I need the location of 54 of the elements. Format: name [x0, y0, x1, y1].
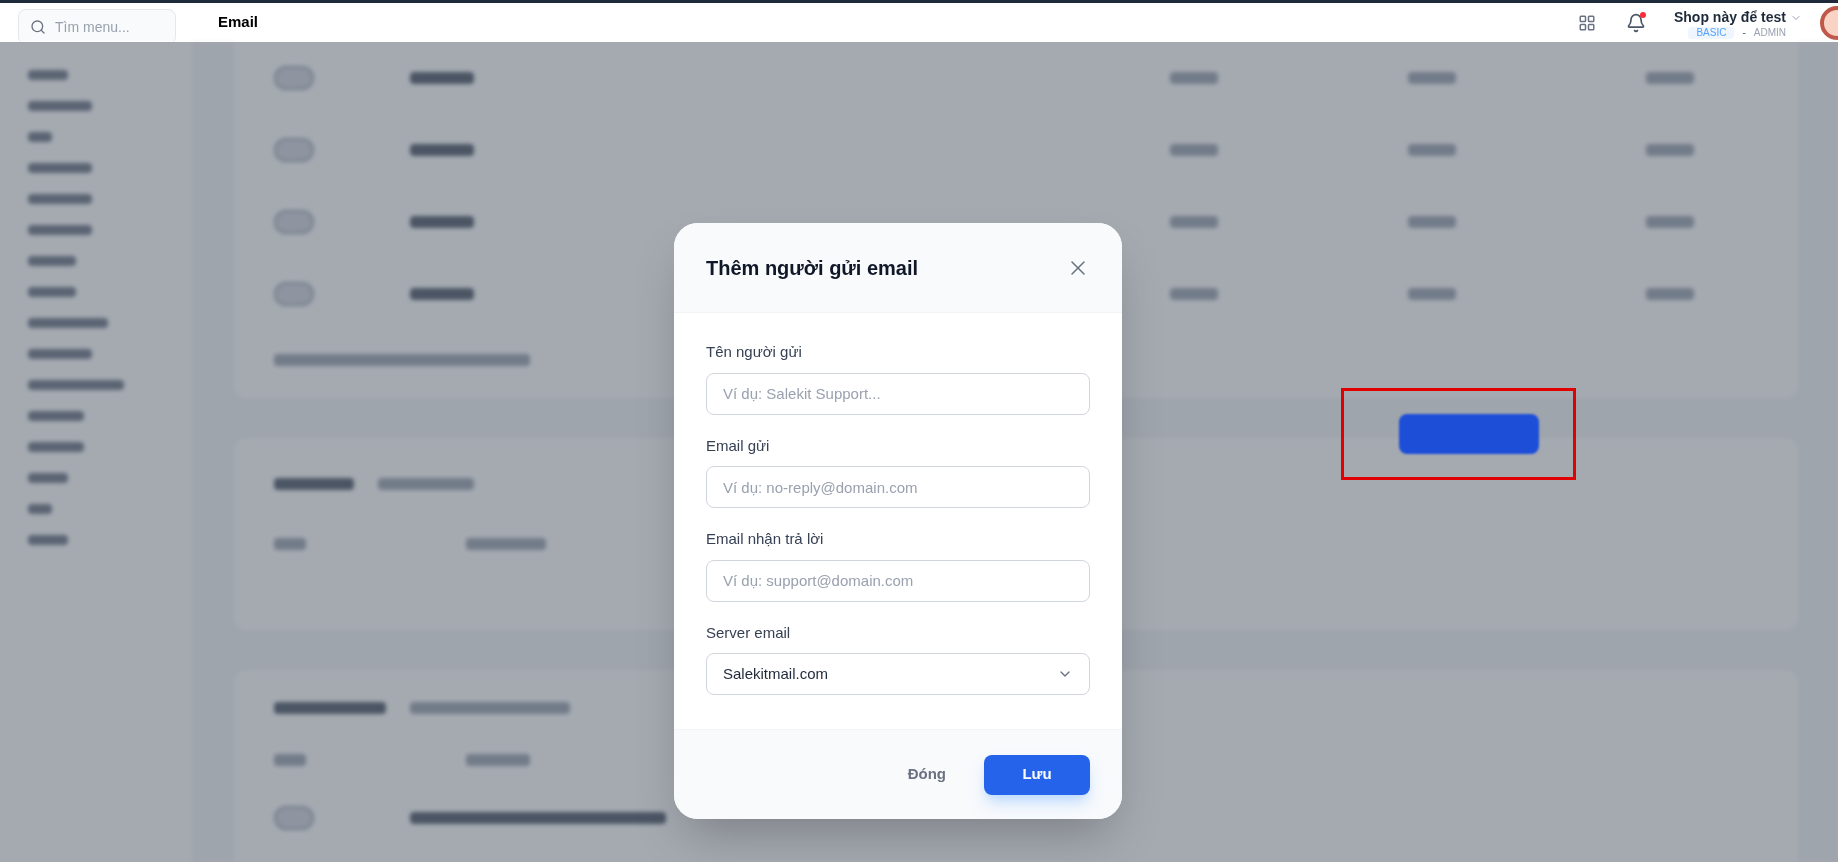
text-field[interactable]: Ví dụ: no-reply@domain.com: [706, 466, 1090, 508]
blurred-text-line: [28, 101, 92, 111]
page-title: Email: [218, 12, 259, 33]
blurred-text-line: [410, 72, 474, 84]
field-label: Server email: [706, 622, 792, 643]
blurred-text-line: [28, 256, 76, 266]
blurred-text-line: [410, 216, 474, 228]
blurred-text-line: [1408, 216, 1456, 228]
field-label: Email nhận trả lời: [706, 529, 825, 549]
blurred-text-line: [28, 473, 68, 483]
blurred-text-line: [28, 132, 52, 142]
blurred-text-line: [1408, 144, 1456, 156]
blurred-text-line: [28, 442, 84, 452]
modal-title: Thêm người gửi email: [706, 255, 919, 281]
blurred-text-line: [410, 144, 474, 156]
blurred-text-line: [410, 288, 474, 300]
blurred-text-line: [28, 163, 92, 173]
grid-icon[interactable]: [1577, 13, 1596, 32]
blurred-text-line: [1646, 288, 1694, 300]
shop-name: Shop này để test: [1673, 8, 1786, 27]
blurred-text-line: [1646, 72, 1694, 84]
blurred-text-line: [1408, 288, 1456, 300]
select-value: Salekitmail.com: [723, 663, 829, 684]
blurred-text-line: [466, 754, 530, 766]
search-field[interactable]: Tìm menu...: [18, 8, 176, 45]
blurred-text-line: [28, 535, 68, 545]
blurred-text-line: [28, 287, 76, 297]
blurred-text-line: [1170, 72, 1218, 84]
save-button[interactable]: Lưu: [984, 754, 1090, 795]
close-button[interactable]: Đóng: [891, 754, 962, 795]
blurred-text-line: [274, 754, 306, 766]
plan-badge: BASIC: [1688, 27, 1735, 39]
blurred-text-line: [28, 349, 92, 359]
blurred-text-line: [1170, 144, 1218, 156]
blurred-text-line: [1408, 72, 1456, 84]
search-icon: [30, 18, 46, 35]
blurred-text-line: [1170, 216, 1218, 228]
field-label: Email gửi: [706, 435, 771, 456]
blurred-text-line: [1646, 216, 1694, 228]
blurred-text-line: [28, 411, 84, 421]
role-label: ADMIN: [1753, 27, 1786, 39]
blurred-text-line: [274, 538, 306, 550]
separator-text: -: [1742, 27, 1746, 39]
text-field[interactable]: Ví dụ: Salekit Support...: [706, 372, 1090, 415]
field-label: Tên người gửi: [706, 342, 803, 362]
blurred-text-line: [1646, 144, 1694, 156]
bell-icon[interactable]: [1625, 12, 1646, 33]
blurred-text-line: [28, 194, 92, 204]
blurred-text-line: [28, 504, 52, 514]
blurred-text-line: [28, 70, 68, 80]
select-field[interactable]: Salekitmail.com: [706, 653, 1090, 695]
text-field[interactable]: Ví dụ: support@domain.com: [706, 559, 1090, 602]
blurred-text-line: [1170, 288, 1218, 300]
blurred-text-line: [28, 225, 92, 235]
